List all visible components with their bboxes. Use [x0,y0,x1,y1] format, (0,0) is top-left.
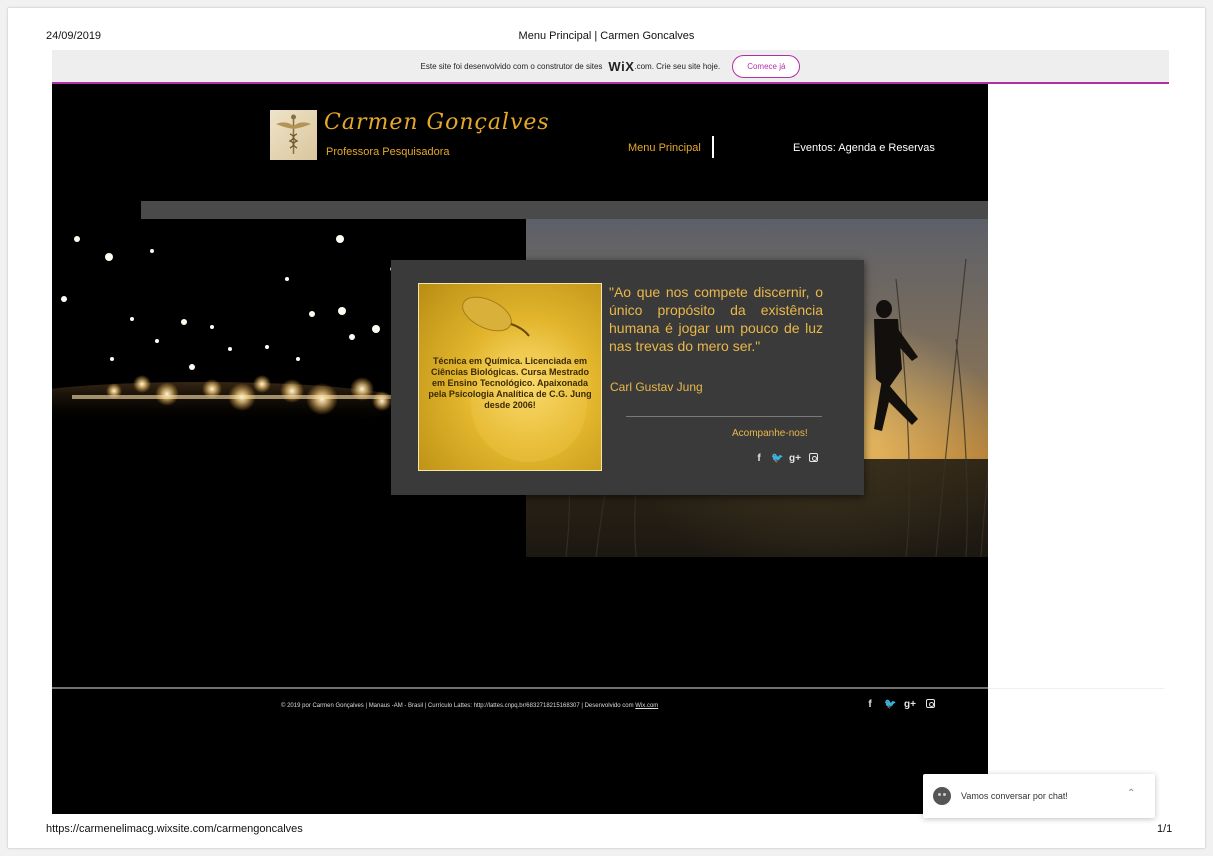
hero-top-bar [141,201,988,219]
wix-banner-text: Este site foi desenvolvido com o constru… [420,61,603,71]
nav-eventos[interactable]: Eventos: Agenda e Reservas [793,142,935,154]
golden-apple-image: Técnica em Química. Licenciada em Ciênci… [418,283,602,471]
instagram-icon[interactable] [807,453,819,465]
nav-menu-principal[interactable]: Menu Principal [628,142,701,154]
print-url: https://carmenelimacg.wixsite.com/carmen… [46,823,303,835]
footer-copyright: © 2019 por Carmen Gonçalves | Manaus -AM… [281,703,636,709]
site-subtitle: Professora Pesquisadora [326,146,450,158]
chat-label: Vamos conversar por chat! [961,791,1068,801]
twitter-icon[interactable]: 🐦 [771,453,783,465]
print-title: Menu Principal | Carmen Goncalves [518,30,695,42]
wix-banner: Este site foi desenvolvido com o constru… [52,50,1169,84]
card-divider [626,416,822,417]
chevron-up-icon[interactable]: ⌃ [1127,788,1135,799]
instagram-icon[interactable] [924,699,936,711]
wix-link[interactable]: Wix.com [635,703,658,709]
site-name[interactable]: Carmen Gonçalves [324,110,550,135]
footer-text: © 2019 por Carmen Gonçalves | Manaus -AM… [281,703,658,709]
wix-logo: WiX [608,58,635,74]
quote-author: Carl Gustav Jung [610,380,703,394]
chat-avatar-icon [933,787,951,805]
footer-divider [52,687,988,689]
nav-active-indicator [712,136,714,158]
card-social-links: f 🐦 g+ [753,453,819,465]
facebook-icon[interactable]: f [753,453,765,465]
side-divider [988,688,1164,689]
bio-text: Técnica em Química. Licenciada em Ciênci… [428,356,592,410]
googleplus-icon[interactable]: g+ [789,453,801,465]
jung-quote: "Ao que nos compete discernir, o único p… [609,284,823,354]
print-page-number: 1/1 [1157,823,1173,835]
footer-social-links: f 🐦 g+ [864,699,936,711]
chat-widget[interactable]: Vamos conversar por chat! ⌃ [923,774,1155,818]
googleplus-icon[interactable]: g+ [904,699,916,711]
site-logo[interactable] [270,110,317,160]
quote-card: Técnica em Química. Licenciada em Ciênci… [391,260,864,495]
follow-us-label: Acompanhe-nos! [732,428,808,439]
wix-banner-text-after: .com. Crie seu site hoje. [634,61,721,71]
start-now-button[interactable]: Comece já [732,54,801,78]
twitter-icon[interactable]: 🐦 [884,699,896,711]
site-page: Carmen Gonçalves Professora Pesquisadora… [52,84,988,814]
facebook-icon[interactable]: f [864,699,876,711]
